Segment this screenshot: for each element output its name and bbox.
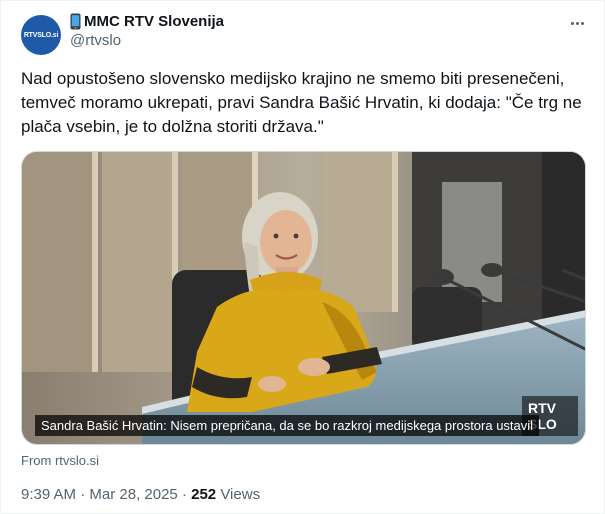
- tweet-meta: 9:39 AM · Mar 28, 2025 · 252 Views: [21, 486, 260, 503]
- tweet-date[interactable]: Mar 28, 2025: [89, 486, 177, 503]
- avatar[interactable]: RTVSLO.si: [21, 15, 61, 55]
- source-link[interactable]: From rtvslo.si: [21, 453, 99, 468]
- meta-separator-2: ·: [181, 486, 187, 503]
- views-label: Views: [220, 486, 261, 503]
- media-photo: [22, 152, 585, 444]
- user-handle[interactable]: @rtvslo: [70, 32, 224, 49]
- more-options-icon[interactable]: [566, 15, 588, 31]
- views-count: 252: [191, 486, 217, 503]
- logo-line-rtv: RTV: [528, 400, 556, 416]
- mobile-phone-icon: [70, 13, 81, 30]
- avatar-label: RTVSLO.si: [23, 31, 59, 39]
- media-caption: Sandra Bašić Hrvatin: Nisem prepričana, …: [35, 415, 540, 436]
- tweet-time[interactable]: 9:39 AM: [21, 486, 76, 503]
- meta-separator: ·: [80, 486, 86, 503]
- name-row: MMC RTV Slovenija: [70, 13, 224, 30]
- display-name[interactable]: MMC RTV Slovenija: [84, 13, 224, 30]
- media-card[interactable]: RTV SLO Sandra Bašić Hrvatin: Nisem prep…: [21, 151, 586, 445]
- tweet-text: Nad opustošeno slovensko medijsko krajin…: [21, 69, 582, 136]
- tweet-header: MMC RTV Slovenija @rtvslo: [70, 13, 224, 49]
- tweet-card[interactable]: RTVSLO.si MMC RTV Slovenija @rtvslo Nad …: [0, 0, 605, 514]
